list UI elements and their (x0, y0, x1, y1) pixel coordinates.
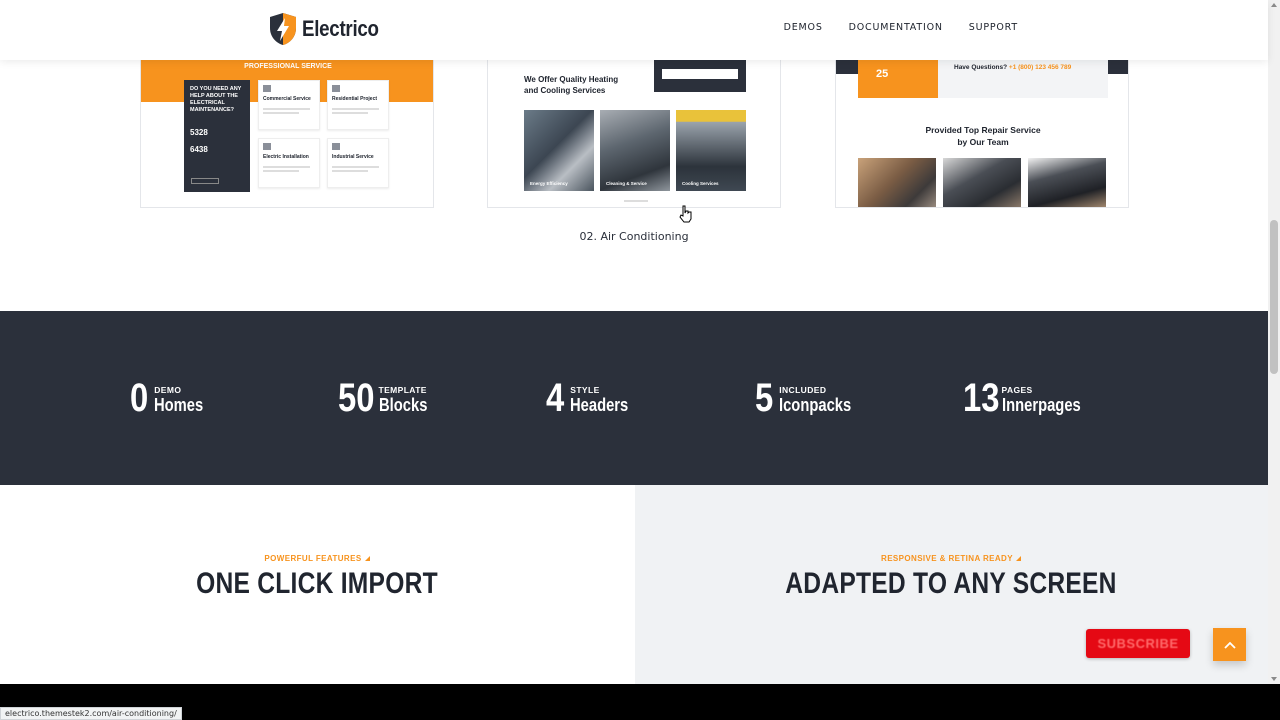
demo2-title-line: We Offer Quality Heating (524, 75, 619, 84)
stat-small-label: PAGES (1001, 385, 1033, 395)
demo-preview-2[interactable]: We Offer Quality Heating and Cooling Ser… (487, 60, 781, 208)
vertical-scrollbar[interactable] (1268, 0, 1280, 684)
feature-adapted-screen: RESPONSIVE & RETINA READY ADAPTED TO ANY… (634, 554, 1268, 601)
demo2-tile-image: Cleaning & Service (600, 110, 670, 191)
demo1-contact-button (191, 178, 219, 184)
demo3-experience-number: 25 (876, 68, 889, 80)
demo1-card: Commercial Service (258, 80, 320, 130)
demo3-dark-corner (1108, 60, 1128, 74)
demo1-card-title: Residential Project (332, 96, 378, 102)
arrow-up-icon (1223, 641, 1236, 649)
demo1-card: Electric Installation (258, 138, 320, 188)
scrollbar-thumb[interactable] (1270, 220, 1278, 374)
demo3-experience-box (858, 60, 938, 98)
feature-subtitle-text: POWERFUL FEATURES (264, 554, 362, 563)
status-bar-url: electrico.themestek2.com/air-conditionin… (0, 707, 182, 720)
nav-documentation[interactable]: DOCUMENTATION (849, 22, 943, 33)
stat-big-label: Blocks (378, 395, 427, 415)
scroll-to-top-button[interactable] (1213, 628, 1246, 661)
scroll-down-arrow-icon[interactable] (1271, 677, 1277, 681)
demo1-card-title: Commercial Service (263, 96, 311, 102)
demo1-card: Industrial Service (327, 138, 389, 188)
demo3-team-image (943, 158, 1021, 207)
demo1-strip-title: PROFESSIONAL SERVICE (244, 63, 332, 70)
demo1-help-box: DO YOU NEED ANY HELP ABOUT THE ELECTRICA… (184, 80, 250, 192)
subscribe-label: SUBSCRIBE (1097, 636, 1179, 651)
demo2-title: We Offer Quality Heating and Cooling Ser… (524, 74, 618, 96)
logo-text: Electrico (302, 16, 379, 41)
stat-item: 50 TEMPLATE Blocks (338, 376, 438, 420)
demo1-count-1: 5328 (190, 128, 208, 137)
logo[interactable]: Electrico (268, 12, 392, 46)
stat-small-label: DEMO (154, 385, 182, 395)
demo2-tile-label: Cooling Services (682, 181, 719, 186)
demo3-dark-corner (836, 60, 858, 74)
service-icon (263, 85, 271, 92)
stat-small-label: TEMPLATE (378, 385, 427, 395)
stats-band: 0 DEMO Homes 50 TEMPLATE Blocks 4 STYLE … (0, 311, 1268, 485)
demo3-team-image (858, 158, 936, 207)
demo1-question: DO YOU NEED ANY HELP ABOUT THE ELECTRICA… (190, 86, 242, 113)
demo2-title-line: and Cooling Services (524, 86, 606, 95)
triangle-icon (364, 556, 370, 561)
demo2-tile-image: Cooling Services (676, 110, 746, 191)
feature-title: ONE CLICK IMPORT (196, 567, 438, 600)
stat-number: 50 (338, 376, 375, 420)
feature-subtitle: RESPONSIVE & RETINA READY (634, 554, 1268, 563)
feature-subtitle-text: RESPONSIVE & RETINA READY (881, 554, 1013, 563)
stat-big-label: Iconpacks (779, 395, 852, 415)
feature-one-click-import: POWERFUL FEATURES ONE CLICK IMPORT (0, 554, 634, 601)
stat-number: 13 (963, 376, 1000, 420)
demo-preview-1[interactable]: PROFESSIONAL SERVICE DO YOU NEED ANY HEL… (140, 60, 434, 208)
scroll-up-arrow-icon[interactable] (1271, 3, 1277, 7)
stat-small-label: INCLUDED (779, 385, 827, 395)
site-header: Electrico DEMOS DOCUMENTATION SUPPORT (0, 0, 1268, 60)
demo3-title-line: Provided Top Repair Service (925, 125, 1041, 135)
demo2-dark-box (654, 60, 746, 92)
stat-item: 13 PAGES Innerpages (963, 376, 1098, 420)
demo1-card-title: Electric Installation (263, 154, 309, 160)
demo3-title: Provided Top Repair Service by Our Team (836, 124, 1128, 148)
demo1-count-2: 6438 (190, 145, 208, 154)
demo2-slider-dots (624, 200, 648, 202)
stat-big-label: Innerpages (1001, 395, 1081, 415)
service-icon (263, 143, 271, 150)
demo2-tile-image: Energy Efficiency (524, 110, 594, 191)
stat-small-label: STYLE (570, 385, 600, 395)
subscribe-button[interactable]: SUBSCRIBE (1086, 629, 1190, 658)
demo3-title-line: by Our Team (957, 137, 1009, 147)
demo2-tile-label: Energy Efficiency (530, 181, 568, 186)
hand-cursor-icon (679, 205, 692, 223)
bottom-black-bar (0, 684, 1280, 720)
stat-big-label: Headers (570, 395, 629, 415)
stat-number: 4 (546, 376, 565, 420)
stat-big-label: Homes (154, 395, 204, 415)
stat-number: 5 (755, 376, 774, 420)
demo3-team-image (1028, 158, 1106, 207)
demo3-question-label: Have Questions? (954, 64, 1008, 71)
nav-support[interactable]: SUPPORT (969, 22, 1018, 33)
feature-subtitle: POWERFUL FEATURES (0, 554, 634, 563)
stat-number: 0 (130, 376, 149, 420)
main-nav: DEMOS DOCUMENTATION SUPPORT (784, 22, 1018, 33)
demo2-caption[interactable]: 02. Air Conditioning (487, 230, 781, 243)
demo2-tile-label: Cleaning & Service (606, 181, 647, 186)
demo1-card: Residential Project (327, 80, 389, 130)
demo1-card-title: Industrial Service (332, 154, 374, 160)
triangle-icon (1015, 556, 1021, 561)
demo3-question: Have Questions? +1 (800) 123 456 789 (954, 64, 1071, 71)
stat-item: 0 DEMO Homes (130, 376, 214, 420)
service-icon (332, 143, 340, 150)
logo-bolt-shield-icon (270, 13, 296, 45)
nav-demos[interactable]: DEMOS (784, 22, 823, 33)
stat-item: 5 INCLUDED Iconpacks (755, 376, 867, 420)
service-icon (332, 85, 340, 92)
demo3-phone: +1 (800) 123 456 789 (1008, 64, 1072, 71)
feature-title: ADAPTED TO ANY SCREEN (785, 567, 1117, 600)
stat-item: 4 STYLE Headers (546, 376, 641, 420)
demo-preview-3[interactable]: 25 Have Questions? +1 (800) 123 456 789 … (835, 60, 1129, 208)
